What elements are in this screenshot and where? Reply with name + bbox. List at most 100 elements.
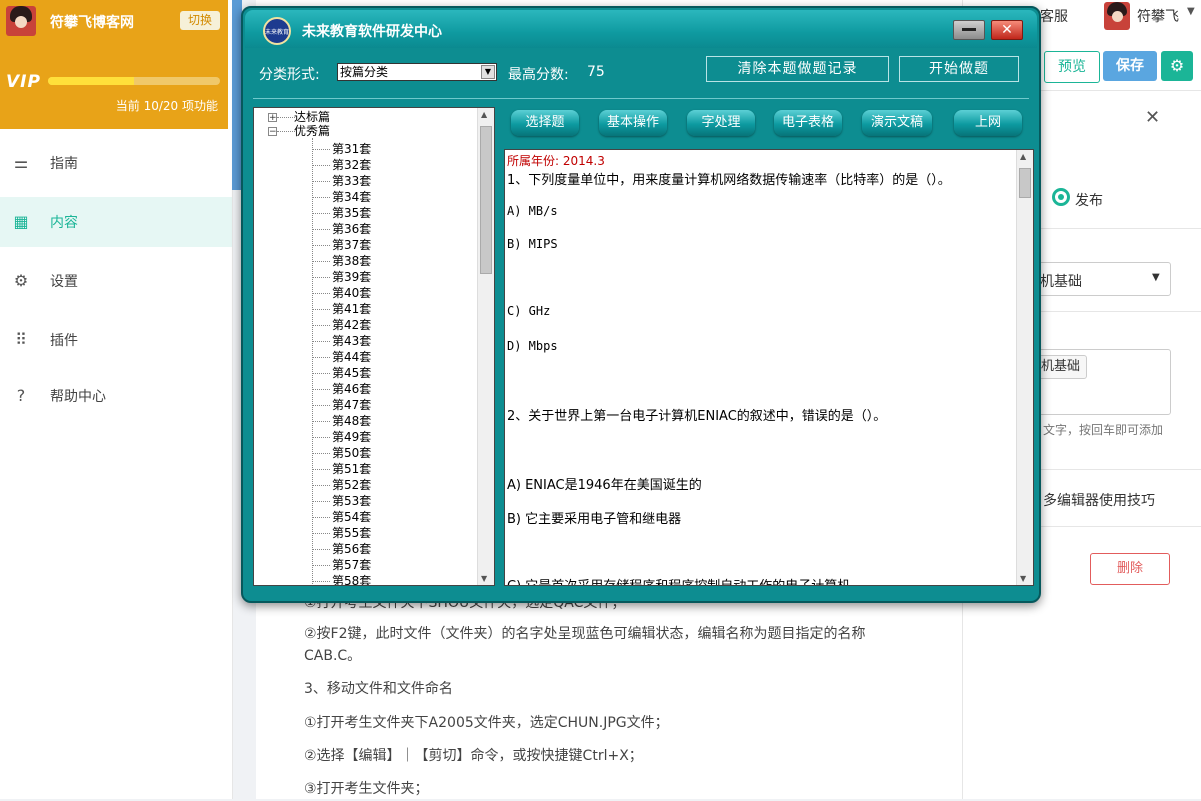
tree-connector [312,517,330,518]
tree-node-set[interactable]: 第55套 [332,526,371,540]
tree-node-set[interactable]: 第53套 [332,494,371,508]
tree-node-set[interactable]: 第52套 [332,478,371,492]
nav-item-plugins[interactable]: ⠿ 插件 [0,315,232,365]
tree-connector [312,138,313,585]
tree-node-set[interactable]: 第35套 [332,206,371,220]
start-practice-button[interactable]: 开始做题 [899,56,1019,82]
sliders-icon: ⚌ [13,153,29,172]
tree-node-set[interactable]: 第39套 [332,270,371,284]
tab-internet[interactable]: 上网 [954,110,1022,136]
tree-node-set[interactable]: 第33套 [332,174,371,188]
sidebar-header: 符攀飞博客网 切换 VIP 当前 10/20 项功能 [0,0,228,129]
question-panel[interactable]: 所属年份: 2014.3 1、下列度量单位中，用来度量计算机网络数据传输速率（比… [504,149,1034,586]
nav-item-settings[interactable]: ⚙ 设置 [0,256,232,306]
collapse-icon[interactable]: − [268,127,277,137]
preview-button[interactable]: 预览 [1044,51,1100,83]
user-name[interactable]: 符攀飞 [1137,6,1179,26]
question-option[interactable]: D) Mbps [507,339,558,353]
feature-progress-fill [48,77,134,85]
settings-gear-button[interactable]: ⚙ [1161,51,1193,81]
tree-node-set[interactable]: 第57套 [332,558,371,572]
scroll-up-icon[interactable]: ▲ [481,110,487,119]
tree-node-youxiu[interactable]: 优秀篇 [294,124,330,138]
tab-word-processing[interactable]: 字处理 [687,110,755,136]
close-button[interactable]: ✕ [991,20,1023,40]
tree-node-set[interactable]: 第46套 [332,382,371,396]
tree-node-set[interactable]: 第41套 [332,302,371,316]
blog-name[interactable]: 符攀飞博客网 [50,12,134,32]
scroll-thumb[interactable] [480,126,492,274]
tree-connector [312,373,330,374]
question-text: 1、下列度量单位中，用来度量计算机网络数据传输速率（比特率）的是（）。 [507,173,951,188]
tree-node-set[interactable]: 第36套 [332,222,371,236]
gear-icon: ⚙ [1169,56,1185,75]
question-option[interactable]: C) 它是首次采用存储程序和程序控制自动工作的电子计算机 [507,575,850,585]
tag-chip[interactable]: 机基础 [1034,355,1088,379]
service-link[interactable]: 客服 [1040,6,1068,26]
tree-scrollbar[interactable]: ▲ ▼ [477,108,494,585]
tab-presentation[interactable]: 演示文稿 [862,110,932,136]
user-avatar[interactable] [1104,2,1130,30]
tree-node-set[interactable]: 第45套 [332,366,371,380]
editor-tips-link[interactable]: 多编辑器使用技巧 [1043,490,1155,510]
tree-node-set[interactable]: 第50套 [332,446,371,460]
delete-button[interactable]: 删除 [1090,553,1170,585]
article-line: ①打开考生文件夹下A2005文件夹，选定CHUN.JPG文件； [304,715,669,731]
tree-node-dabiao[interactable]: 达标篇 [294,110,330,124]
tree-node-set[interactable]: 第48套 [332,414,371,428]
question-scrollbar[interactable]: ▲ ▼ [1016,150,1033,585]
tree-node-set[interactable]: 第58套 [332,574,371,585]
tree-connector [312,165,330,166]
window-titlebar[interactable]: 未来教育 未来教育软件研发中心 ✕ [245,10,1037,48]
clear-record-button[interactable]: 清除本题做题记录 [706,56,889,82]
tree-node-set[interactable]: 第43套 [332,334,371,348]
question-option[interactable]: A) ENIAC是1946年在美国诞生的 [507,474,702,493]
tree-node-set[interactable]: 第37套 [332,238,371,252]
save-button[interactable]: 保存 [1103,51,1157,81]
tab-basic-ops[interactable]: 基本操作 [599,110,667,136]
tree-node-set[interactable]: 第49套 [332,430,371,444]
tree-connector [312,453,330,454]
tab-spreadsheet[interactable]: 电子表格 [774,110,842,136]
tree-connector [312,229,330,230]
gear-icon: ⚙ [13,271,29,290]
chevron-down-icon[interactable]: ▼ [1187,6,1195,17]
tree-connector [312,245,330,246]
tree-node-set[interactable]: 第40套 [332,286,371,300]
tree-node-set[interactable]: 第54套 [332,510,371,524]
feature-count: 当前 10/20 项功能 [115,99,218,113]
question-option[interactable]: A) MB/s [507,204,558,218]
scroll-down-icon[interactable]: ▼ [1020,574,1026,583]
category-mode-select[interactable]: 按篇分类 ▼ [337,63,497,81]
nav-item-guide[interactable]: ⚌ 指南 [0,138,232,188]
tree-node-set[interactable]: 第32套 [332,158,371,172]
close-icon[interactable]: ✕ [1145,107,1160,128]
question-option[interactable]: C) GHz [507,304,550,318]
scroll-up-icon[interactable]: ▲ [1020,152,1026,161]
sidebar: 符攀飞博客网 切换 VIP 当前 10/20 项功能 ⚌ 指南 ▦ 内容 ⚙ 设… [0,0,233,799]
avatar[interactable] [6,6,36,36]
chapter-tree[interactable]: + 达标篇 − 优秀篇 第31套第32套第33套第34套第35套第36套第37套… [253,107,495,586]
tree-node-set[interactable]: 第47套 [332,398,371,412]
scroll-thumb[interactable] [1019,168,1031,198]
nav-item-content[interactable]: ▦ 内容 [0,197,232,247]
tree-node-set[interactable]: 第34套 [332,190,371,204]
scroll-down-icon[interactable]: ▼ [481,574,487,583]
tree-node-set[interactable]: 第56套 [332,542,371,556]
tab-choice[interactable]: 选择题 [511,110,579,136]
chevron-down-icon[interactable]: ▼ [481,65,495,79]
question-option[interactable]: B) 它主要采用电子管和继电器 [507,508,681,527]
feature-progress-bar [48,77,220,85]
minimize-button[interactable] [953,20,985,40]
tree-node-set[interactable]: 第44套 [332,350,371,364]
question-year: 所属年份: 2014.3 [507,154,605,168]
tree-node-set[interactable]: 第31套 [332,142,371,156]
tree-node-set[interactable]: 第42套 [332,318,371,332]
question-option[interactable]: B) MIPS [507,237,558,251]
tree-node-set[interactable]: 第38套 [332,254,371,268]
expand-icon[interactable]: + [268,113,277,123]
nav-item-help[interactable]: ? 帮助中心 [0,371,232,421]
publish-radio[interactable] [1052,188,1070,206]
switch-button[interactable]: 切换 [180,11,220,30]
tree-node-set[interactable]: 第51套 [332,462,371,476]
